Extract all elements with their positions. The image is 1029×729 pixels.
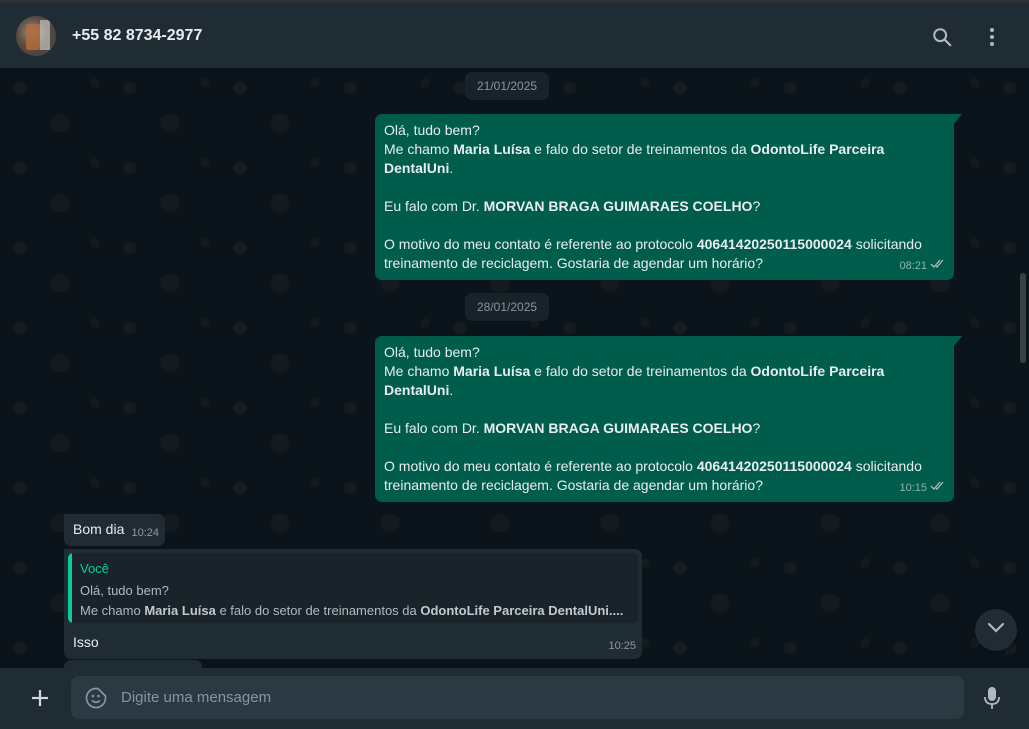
- quote-text: Me chamo Maria Luísa e falo do setor de …: [80, 603, 624, 618]
- message-text: Isso: [73, 634, 99, 650]
- incoming-message[interactable]: [64, 660, 202, 668]
- message-meta: 08:21: [899, 257, 946, 276]
- message-time: 10:24: [131, 527, 159, 539]
- scroll-down-button[interactable]: [975, 609, 1017, 651]
- contact-name[interactable]: +55 82 8734-2977: [72, 27, 202, 45]
- menu-icon[interactable]: [980, 25, 1004, 49]
- incoming-message[interactable]: Bom dia 10:24: [64, 514, 165, 546]
- message-time: 08:21: [899, 260, 927, 272]
- date-separator: 28/01/2025: [465, 293, 550, 321]
- message-composer: [0, 668, 1029, 729]
- message-line: Me chamo Maria Luísa e falo do setor de …: [384, 363, 885, 379]
- message-line: O motivo do meu contato é referente ao p…: [384, 236, 922, 252]
- message-line: treinamento de reciclagem. Gostaria de a…: [384, 477, 763, 493]
- message-input[interactable]: [121, 676, 951, 719]
- attach-plus-icon[interactable]: [26, 684, 54, 712]
- quote-author: Você: [80, 561, 109, 576]
- outgoing-message[interactable]: Olá, tudo bem? Me chamo Maria Luísa e fa…: [375, 114, 962, 280]
- emoji-icon[interactable]: [84, 686, 108, 710]
- read-receipt-icon: [930, 257, 946, 276]
- quote-text: Olá, tudo bem?: [80, 583, 169, 598]
- message-line: Olá, tudo bem?: [384, 122, 480, 138]
- incoming-reply-message[interactable]: Você Olá, tudo bem? Me chamo Maria Luísa…: [64, 549, 642, 659]
- message-time: 10:25: [608, 640, 636, 652]
- message-line: Eu falo com Dr. MORVAN BRAGA GUIMARAES C…: [384, 420, 761, 436]
- date-separator: 21/01/2025: [465, 72, 550, 100]
- chat-scrollbar[interactable]: [1020, 273, 1026, 363]
- message-line: DentalUni.: [384, 160, 454, 176]
- chevron-down-icon: [987, 621, 1005, 639]
- quoted-message[interactable]: Você Olá, tudo bem? Me chamo Maria Luísa…: [68, 553, 638, 623]
- message-input-box[interactable]: [71, 676, 964, 719]
- outgoing-message[interactable]: Olá, tudo bem? Me chamo Maria Luísa e fa…: [375, 336, 962, 502]
- message-line: O motivo do meu contato é referente ao p…: [384, 458, 922, 474]
- chat-messages-area[interactable]: 21/01/2025 Olá, tudo bem? Me chamo Maria…: [0, 68, 1029, 668]
- message-line: Me chamo Maria Luísa e falo do setor de …: [384, 141, 885, 157]
- message-line: treinamento de reciclagem. Gostaria de a…: [384, 255, 763, 271]
- message-line: Eu falo com Dr. MORVAN BRAGA GUIMARAES C…: [384, 198, 761, 214]
- contact-avatar[interactable]: [16, 16, 56, 56]
- message-text: Bom dia: [73, 521, 125, 537]
- message-time: 10:15: [899, 482, 927, 494]
- message-line: Olá, tudo bem?: [384, 344, 480, 360]
- search-icon[interactable]: [930, 25, 954, 49]
- microphone-icon[interactable]: [980, 685, 1004, 711]
- message-line: DentalUni.: [384, 382, 454, 398]
- quote-accent-bar: [68, 553, 72, 623]
- read-receipt-icon: [930, 479, 946, 498]
- chat-header: +55 82 8734-2977: [0, 0, 1029, 68]
- message-meta: 10:15: [899, 479, 946, 498]
